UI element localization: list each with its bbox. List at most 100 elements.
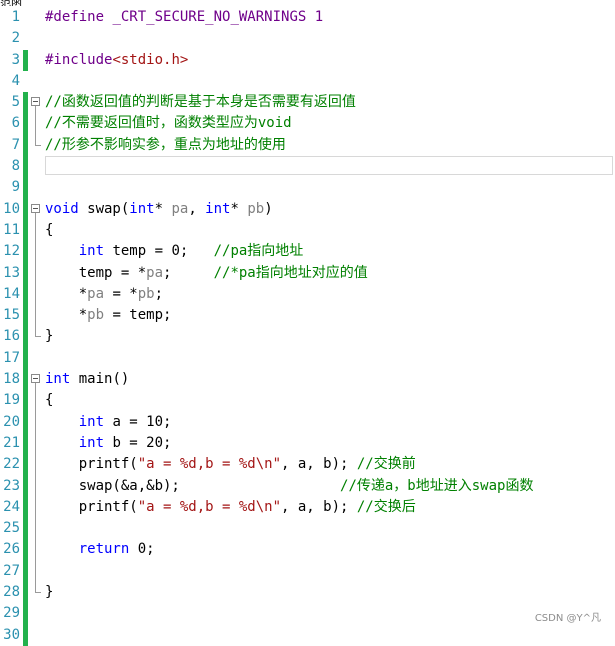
code-line-1[interactable]: 1 #define _CRT_SECURE_NO_WARNINGS 1 xyxy=(0,7,615,28)
code-line-17[interactable]: 17 xyxy=(0,347,615,370)
code-token: ) xyxy=(264,200,273,217)
line-code[interactable]: { xyxy=(45,220,53,241)
code-line-18[interactable]: 18 int main() xyxy=(0,369,615,391)
fold-guide xyxy=(35,305,36,327)
line-code[interactable]: int main() xyxy=(45,369,129,390)
preprocessor-token: #define xyxy=(45,9,105,25)
line-code[interactable]: *pa = *pb; xyxy=(45,284,163,305)
code-line-10[interactable]: 10 void swap(int* pa, int* pb) xyxy=(0,198,615,220)
watermark: CSDN @Y^凡 xyxy=(534,613,601,624)
code-line-4[interactable]: 4 xyxy=(0,71,615,92)
change-indicator xyxy=(23,454,28,476)
line-code[interactable]: int temp = 0; //pa指向地址 xyxy=(45,241,304,262)
fold-gutter xyxy=(31,560,43,583)
code-line-6[interactable]: 6 //不需要返回值时，函数类型应为void xyxy=(0,113,615,135)
line-code[interactable]: //函数返回值的判断是基于本身是否需要有返回值 xyxy=(45,92,356,113)
code-line-30[interactable]: 30 xyxy=(0,624,615,646)
code-token: temp = * xyxy=(45,264,147,281)
fold-gutter xyxy=(31,348,43,369)
line-number: 14 xyxy=(3,285,20,302)
fold-gutter xyxy=(31,156,43,177)
code-line-15[interactable]: 15 *pb = temp; xyxy=(0,305,615,327)
change-indicator xyxy=(23,496,28,519)
keyword-token: int xyxy=(78,413,105,430)
code-token: swap( xyxy=(78,200,130,217)
line-code[interactable]: printf("a = %d,b = %d\n", a, b); //交换后 xyxy=(45,497,416,518)
fold-guide xyxy=(35,390,36,412)
keyword-token: int xyxy=(45,371,71,388)
line-code[interactable]: //不需要返回值时，函数类型应为void xyxy=(45,113,292,134)
fold-gutter xyxy=(31,113,43,135)
code-line-26[interactable]: 26 return 0; xyxy=(0,539,615,561)
line-number: 28 xyxy=(3,584,20,601)
code-token: swap(&a,&b); xyxy=(45,477,341,494)
change-indicator xyxy=(23,219,28,242)
line-code[interactable]: swap(&a,&b); //传递a，b地址进入swap函数 xyxy=(45,476,534,497)
fold-guide xyxy=(35,496,36,519)
fold-guide xyxy=(35,241,36,263)
code-line-5[interactable]: 5 //函数返回值的判断是基于本身是否需要有返回值 xyxy=(0,92,615,114)
line-number: 1 xyxy=(11,9,20,25)
code-line-27[interactable]: 27 xyxy=(0,560,615,583)
fold-guide xyxy=(35,113,36,135)
line-code[interactable]: temp = *pa; //*pa指向地址对应的值 xyxy=(45,263,368,284)
code-line-23[interactable]: 23 swap(&a,&b); //传递a，b地址进入swap函数 xyxy=(0,475,615,497)
current-line-code[interactable] xyxy=(45,156,613,176)
code-line-28[interactable]: 28} xyxy=(0,582,615,604)
line-code[interactable]: { xyxy=(45,390,53,411)
line-code[interactable]: void swap(int* pa, int* pb) xyxy=(45,199,273,220)
collapse-icon[interactable] xyxy=(31,203,40,213)
line-code[interactable]: *pb = temp; xyxy=(45,305,172,326)
line-code[interactable]: #define _CRT_SECURE_NO_WARNINGS 1 xyxy=(45,7,323,28)
code-line-20[interactable]: 20 int a = 10; xyxy=(0,411,615,433)
code-line-16[interactable]: 16} xyxy=(0,326,615,348)
line-number: 20 xyxy=(3,413,20,430)
code-editor[interactable]: 1 #define _CRT_SECURE_NO_WARNINGS 1 2 3 #inc… xyxy=(0,7,615,646)
code-line-11[interactable]: 11 { xyxy=(0,219,615,242)
code-token: temp = 0; xyxy=(104,243,214,260)
code-line-19[interactable]: 19 { xyxy=(0,390,615,412)
fold-gutter xyxy=(31,50,43,71)
parameter-token: pb xyxy=(137,285,155,302)
code-token: printf( xyxy=(45,498,138,515)
code-line-9[interactable]: 9 xyxy=(0,177,615,199)
line-code[interactable]: #include<stdio.h> xyxy=(45,50,188,71)
fold-gutter xyxy=(31,539,43,561)
code-token: { xyxy=(45,392,54,409)
line-code[interactable]: int a = 10; xyxy=(45,412,172,433)
line-code[interactable]: } xyxy=(45,326,53,347)
code-line-3[interactable]: 3 #include<stdio.h> xyxy=(0,49,615,71)
code-line-29[interactable]: 29 xyxy=(0,603,615,625)
collapse-icon[interactable] xyxy=(31,374,40,384)
line-number: 13 xyxy=(3,264,20,281)
line-code[interactable]: //形参不影响实参，重点为地址的使用 xyxy=(45,135,286,156)
line-code[interactable]: } xyxy=(45,582,53,603)
code-line-21[interactable]: 21 int b = 20; xyxy=(0,432,615,455)
code-line-12[interactable]: 12 int temp = 0; //pa指向地址 xyxy=(0,241,615,263)
line-number: 11 xyxy=(3,221,20,238)
code-line-24[interactable]: 24 printf("a = %d,b = %d\n", a, b); //交换… xyxy=(0,496,615,519)
line-number: 30 xyxy=(3,626,20,643)
line-code[interactable]: int b = 20; xyxy=(45,433,172,454)
fold-gutter[interactable] xyxy=(31,369,43,391)
code-line-14[interactable]: 14 *pa = *pb; xyxy=(0,283,615,306)
code-line-2[interactable]: 2 xyxy=(0,28,615,49)
change-indicator xyxy=(23,603,28,625)
line-number: 16 xyxy=(3,328,20,345)
code-token: } xyxy=(45,584,54,601)
line-code[interactable]: return 0; xyxy=(45,539,155,560)
fold-gutter xyxy=(31,305,43,327)
code-line-13[interactable]: 13 temp = *pa; //*pa指向地址对应的值 xyxy=(0,262,615,284)
line-code[interactable]: printf("a = %d,b = %d\n", a, b); //交换前 xyxy=(45,454,416,475)
fold-gutter[interactable] xyxy=(31,199,43,220)
line-number: 15 xyxy=(3,307,20,324)
change-indicator xyxy=(23,305,28,327)
code-line-8[interactable]: 8 xyxy=(0,156,615,178)
fold-gutter[interactable] xyxy=(31,92,43,114)
code-line-22[interactable]: 22 printf("a = %d,b = %d\n", a, b); //交换… xyxy=(0,454,615,476)
code-line-7[interactable]: 7 //形参不影响实参，重点为地址的使用 xyxy=(0,134,615,157)
collapse-icon[interactable] xyxy=(31,97,40,107)
fold-gutter xyxy=(31,177,43,198)
code-token: ; xyxy=(163,264,214,281)
code-line-25[interactable]: 25 xyxy=(0,518,615,540)
